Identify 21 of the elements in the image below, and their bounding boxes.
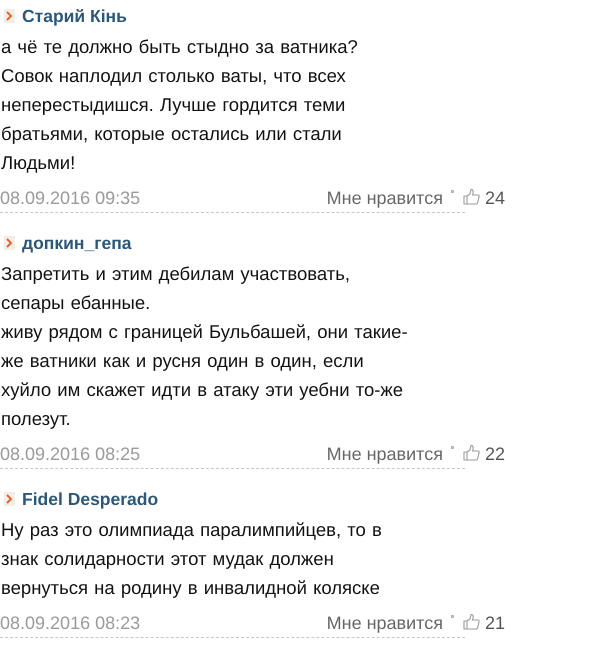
comment-text: а чё те должно быть стыдно за ватника? Совок наплодил столько ваты, что всех неперестыдишся. Лучше гордится теми братьями, которые остались или стали Людьми! <box>0 35 359 175</box>
like-count: 24 <box>484 188 505 208</box>
author-name[interactable]: Fidel Desperado <box>22 488 158 510</box>
thumbs-up-icon[interactable] <box>462 188 480 204</box>
author-name[interactable]: допкин_гепа <box>22 232 132 254</box>
like-link[interactable]: Мне нравится <box>326 612 443 634</box>
comment-date: 08.09.2016 09:35 <box>0 188 140 208</box>
like-count: 22 <box>484 444 505 464</box>
comment-date: 08.09.2016 08:25 <box>0 444 140 464</box>
comment-text: Запретить и этим дебилам участвовать, сепары ебанные. живу рядом с границей Бульбашей, они такие- же ватники как и русня один в один, если хуйло им скажет идти в атаку эти уебни то-же полезут. <box>0 262 409 431</box>
like-count: 21 <box>484 612 505 634</box>
chevron-icon <box>4 9 15 23</box>
comment-text: Ну раз это олимпиада паралимпийцев, то в знак солидарности этот мудак должен вернуться на родину в инвалидной коляске <box>0 518 383 600</box>
chevron-icon <box>4 492 15 506</box>
author-name[interactable]: Старий Кінь <box>22 6 127 26</box>
chevron-icon <box>4 236 15 250</box>
like-link[interactable]: Мне нравится <box>326 188 443 208</box>
comment-date: 08.09.2016 08:23 <box>0 612 140 634</box>
thumbs-up-icon[interactable] <box>462 444 480 460</box>
like-link[interactable]: Мне нравится <box>326 444 443 464</box>
thumbs-up-icon[interactable] <box>462 612 480 630</box>
